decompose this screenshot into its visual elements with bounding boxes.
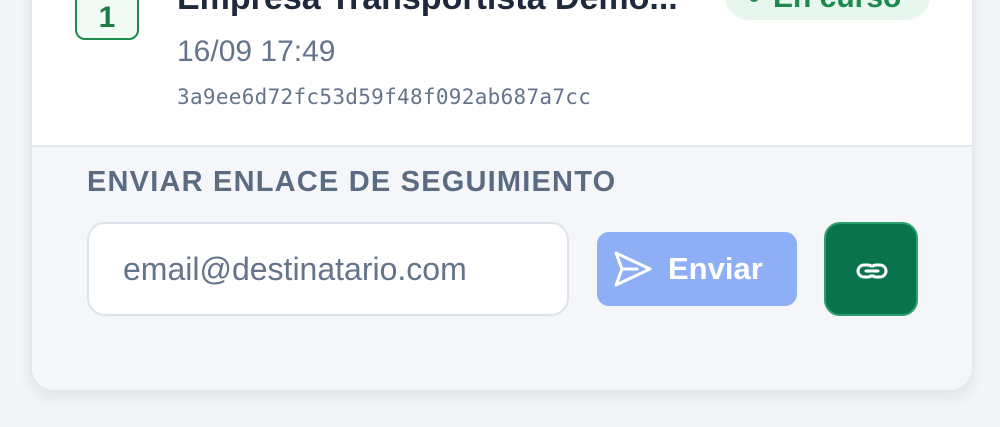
trip-number-badge: 1 bbox=[75, 0, 139, 40]
trip-summary: 1 Empresa Transportista Demo... En curso… bbox=[32, 0, 972, 147]
trip-hash: 3a9ee6d72fc53d59f48f092ab687a7cc bbox=[177, 85, 592, 109]
send-button-label: Enviar bbox=[668, 251, 763, 286]
send-button[interactable]: Enviar bbox=[597, 232, 797, 306]
share-tracking-section: ENVIAR ENLACE DE SEGUIMIENTO Enviar bbox=[32, 147, 972, 390]
copy-link-button[interactable] bbox=[824, 222, 918, 316]
status-label: En curso bbox=[773, 0, 901, 18]
email-input[interactable] bbox=[87, 222, 569, 316]
company-name: Empresa Transportista Demo... bbox=[177, 0, 678, 18]
link-icon bbox=[856, 263, 888, 279]
section-title: ENVIAR ENLACE DE SEGUIMIENTO bbox=[87, 166, 617, 198]
trip-datetime: 16/09 17:49 bbox=[177, 35, 336, 68]
status-dot-icon bbox=[749, 0, 759, 2]
trip-card: 1 Empresa Transportista Demo... En curso… bbox=[30, 0, 974, 392]
status-badge: En curso bbox=[725, 0, 930, 20]
send-icon bbox=[614, 251, 652, 287]
